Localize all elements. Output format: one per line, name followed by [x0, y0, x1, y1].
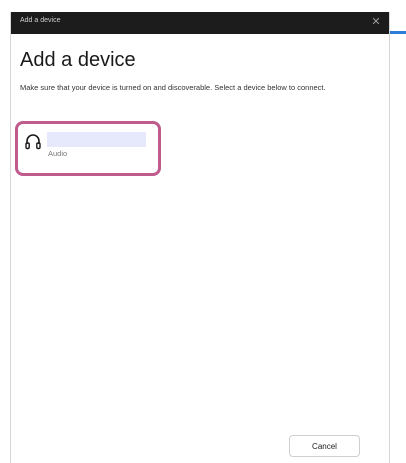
window-title: Add a device: [20, 17, 61, 24]
title-bar: Add a device ✕: [11, 12, 389, 34]
page-title: Add a device: [20, 49, 136, 71]
device-name: [47, 132, 146, 147]
instructions-text: Make sure that your device is turned on …: [20, 83, 326, 92]
device-type-label: Audio: [48, 149, 68, 158]
headphones-icon: [24, 132, 42, 152]
dialog-footer: Cancel: [11, 424, 389, 463]
device-list-item[interactable]: Audio: [15, 121, 161, 176]
close-icon[interactable]: ✕: [369, 15, 383, 29]
cancel-button[interactable]: Cancel: [289, 435, 360, 457]
add-device-dialog: Add a device ✕ Add a device Make sure th…: [10, 12, 390, 463]
